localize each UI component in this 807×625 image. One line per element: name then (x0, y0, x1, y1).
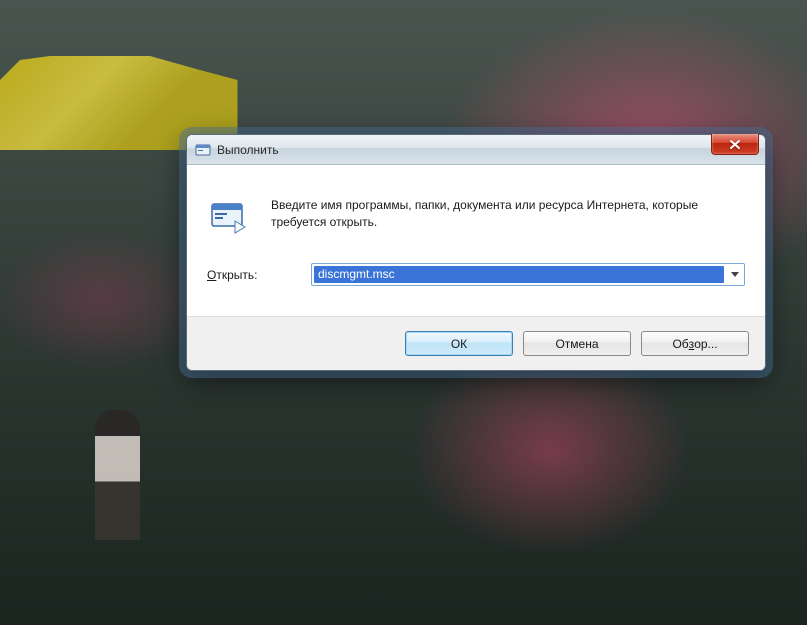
open-label: Открыть: (207, 268, 297, 282)
titlebar[interactable]: Выполнить (187, 135, 765, 165)
dropdown-button[interactable] (726, 264, 744, 285)
dialog-client-area: Введите имя программы, папки, документа … (187, 165, 765, 316)
ok-button[interactable]: ОК (405, 331, 513, 356)
run-dialog: Выполнить Введите имя программы, папки, … (186, 134, 766, 371)
cancel-button[interactable]: Отмена (523, 331, 631, 356)
open-combobox[interactable]: discmgmt.msc (311, 263, 745, 286)
run-icon (195, 142, 211, 158)
run-icon-large (207, 199, 251, 239)
dialog-title: Выполнить (217, 143, 279, 157)
close-button[interactable] (711, 134, 759, 155)
open-input-value[interactable]: discmgmt.msc (314, 266, 724, 283)
button-bar: ОК Отмена Обзор... (187, 316, 765, 370)
browse-button[interactable]: Обзор... (641, 331, 749, 356)
instruction-text: Введите имя программы, папки, документа … (271, 197, 745, 239)
